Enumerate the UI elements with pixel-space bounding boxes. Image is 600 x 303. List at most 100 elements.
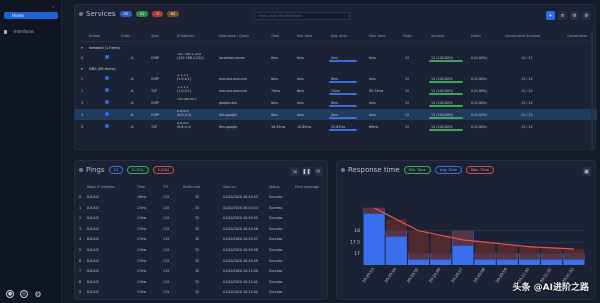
table-row[interactable]: 1 ⇅ ICMP 1.1.1.1 (1.0.0.1) one.one.one.one 0m… — [75, 73, 597, 84]
enable-checkbox[interactable] — [105, 112, 109, 117]
col-min-time[interactable]: Min. time — [297, 34, 312, 38]
col-max-time[interactable]: Max. time — [369, 34, 385, 38]
consecutive-cell: 12 / 12 — [521, 88, 533, 93]
enable-checkbox[interactable] — [105, 55, 109, 60]
table-row[interactable]: 4 ⇅ ICMP 8.8.8.8 (8.8.4.4) dns.google 0ms 0ms 0… — [75, 109, 597, 120]
col-enable[interactable]: Enable — [89, 34, 100, 38]
table-row[interactable]: 2 ⇅ TCP 1.1.1.1 (1.0.0.1) one.one.one.one 74m… — [75, 85, 597, 96]
ip-cell: 1.1.1.1 (1.0.0.1) — [177, 86, 192, 93]
time-cell: 0ms — [271, 112, 279, 117]
y-tick-label: 17 — [354, 251, 360, 257]
status-cell: Success — [269, 205, 283, 210]
col-cons-succeed[interactable]: Consecutive Succeed — [505, 34, 540, 38]
services-title-text: Services — [86, 10, 116, 18]
avg-time-cell: 0ms — [331, 55, 339, 60]
table-row[interactable]: 2 8.8.8.8 17ms 115 32 01/20/2020 20:20:55 Succ… — [75, 214, 329, 223]
response-title-text: Response time — [348, 166, 400, 174]
table-row[interactable]: 6 8.8.8.8 17ms 115 32 01/20/2020 20:20:59 Succ… — [75, 257, 329, 266]
col-error[interactable]: Error message — [295, 185, 319, 189]
enable-checkbox[interactable] — [105, 76, 109, 81]
enable-checkbox[interactable] — [105, 88, 109, 93]
enable-checkbox[interactable] — [105, 124, 109, 129]
search-input[interactable]: Hint: enter the filter text — [254, 12, 350, 20]
pause-button[interactable]: ❚❚ — [302, 167, 311, 176]
col-consecutive[interactable]: Consecutive — [567, 34, 587, 38]
ping-time-cell: 17ms — [137, 290, 147, 295]
status-cell: Success — [269, 290, 283, 295]
status-cell: Success — [269, 237, 283, 242]
order-stepper-icon[interactable]: ⇅ — [131, 113, 134, 117]
col-avg-time[interactable]: Avg. time — [331, 34, 347, 38]
table-row[interactable]: 0 ⇅ ICMP 192.168.1.254 (192.168.1.254) local… — [75, 52, 597, 63]
enable-checkbox[interactable] — [105, 100, 109, 105]
avg-time-cell: 0ms — [331, 112, 339, 117]
avg-time-bar — [329, 105, 357, 107]
table-row[interactable]: 0 8.8.8.8 19ms 115 32 01/20/2020 20:20:53 Succ… — [75, 193, 329, 202]
success-bar — [429, 81, 463, 83]
table-row[interactable]: 1 8.8.8.8 17ms 115 32 01/20/2020 20:20:54 Succ… — [75, 204, 329, 213]
ttl-cell: 115 — [163, 248, 170, 252]
list-button[interactable]: ≡ — [558, 11, 567, 20]
col-ping-time[interactable]: Time — [137, 185, 145, 189]
row-index: 1 — [81, 76, 84, 81]
order-stepper-icon[interactable]: ⇅ — [131, 125, 134, 129]
refresh-button[interactable]: ⟳ — [314, 167, 323, 176]
sidebar-item-interfaces[interactable]: Interfaces — [4, 28, 58, 35]
badge-ping-count: 10 — [108, 166, 124, 174]
hostname-cell: google.dns — [219, 100, 238, 105]
save-icon[interactable]: ▣ — [582, 167, 591, 176]
settings-button[interactable]: ⚙ — [570, 11, 579, 20]
table-row[interactable]: 3 ⇅ ICMP 192.88.99.1 google.dns 0ms 0ms 0ms 0ms 1… — [75, 97, 597, 108]
col-type[interactable]: Type — [151, 34, 159, 38]
reply-ip-cell: 8.8.8.8 — [87, 237, 99, 242]
table-row[interactable]: 8 8.8.8.8 17ms 115 32 01/20/2020 20:21:01 Succ… — [75, 278, 329, 287]
chevron-down-icon[interactable]: ▾ — [81, 67, 83, 71]
col-ip[interactable]: IP Address — [177, 34, 194, 38]
deviation-band — [541, 247, 562, 260]
reply-ip-cell: 8.8.8.8 — [87, 269, 99, 274]
services-icon — [79, 12, 83, 16]
order-stepper-icon[interactable]: ⇅ — [131, 77, 134, 81]
col-status[interactable]: Status — [269, 185, 280, 189]
gear-icon[interactable]: ⚙ — [34, 290, 42, 299]
col-reply-ip[interactable]: Reply IP Address — [87, 185, 114, 189]
globe-icon[interactable]: ◎ — [20, 290, 28, 298]
chevron-left-icon[interactable]: ‹ — [52, 4, 54, 11]
table-row[interactable]: 5 ⇅ TCP 8.8.8.8 (8.8.4.4) dns.google 16.55ms 1… — [75, 121, 597, 132]
col-buffer[interactable]: Buffer size — [183, 185, 200, 189]
sidebar-item-home[interactable]: Home — [4, 12, 58, 19]
time-cell: 0ms — [271, 76, 279, 81]
col-time[interactable]: Time — [271, 34, 279, 38]
avg-time-bar — [329, 60, 357, 62]
table-row[interactable]: 3 8.8.8.8 17ms 115 32 01/20/2020 20:20:56 Succ… — [75, 225, 329, 234]
legend-avg-time[interactable]: Avg. Time — [434, 166, 462, 174]
bar — [363, 207, 385, 265]
col-sent-on[interactable]: Sent on — [223, 185, 236, 189]
max-time-cell: 0ms — [369, 76, 377, 81]
col-order[interactable]: Order — [121, 34, 130, 38]
col-pings[interactable]: Pings — [403, 34, 412, 38]
gear-button[interactable]: ⚙ — [582, 11, 591, 20]
time-cell: 74ms — [271, 88, 281, 93]
col-failed[interactable]: Failed — [471, 34, 481, 38]
scrollbar[interactable] — [591, 31, 593, 149]
avg-time-cell: 13ms — [331, 88, 341, 93]
col-hostname[interactable]: Hostname / Query — [219, 34, 249, 38]
export-button[interactable]: ⇲ — [290, 167, 299, 176]
order-stepper-icon[interactable]: ⇅ — [131, 89, 134, 93]
col-ttl[interactable]: TTL — [163, 185, 169, 189]
order-stepper-icon[interactable]: ⇅ — [131, 56, 134, 60]
table-row[interactable]: 5 8.8.8.8 17ms 115 32 01/20/2020 20:20:58 Succ… — [75, 246, 329, 255]
table-row[interactable]: 9 8.8.8.8 17ms 115 32 01/20/2020 20:21:02 Succ… — [75, 288, 329, 297]
order-stepper-icon[interactable]: ⇅ — [131, 101, 134, 105]
chevron-down-icon[interactable]: ▾ — [81, 46, 83, 50]
github-icon[interactable]: ● — [6, 290, 14, 298]
legend-max-time[interactable]: Max. Time — [465, 166, 494, 174]
response-header: Response time Min. Time Avg. Time Max. T… — [341, 165, 494, 175]
legend-min-time[interactable]: Min. Time — [403, 166, 431, 174]
buffer-cell: 32 — [195, 248, 200, 252]
table-row[interactable]: 4 8.8.8.8 17ms 115 32 01/20/2020 20:20:57 Succ… — [75, 235, 329, 244]
add-service-button[interactable]: + — [546, 11, 555, 20]
table-row[interactable]: 7 8.8.8.8 17ms 115 32 01/20/2020 20:21:00 Succ… — [75, 267, 329, 276]
col-success[interactable]: Success — [431, 34, 444, 38]
